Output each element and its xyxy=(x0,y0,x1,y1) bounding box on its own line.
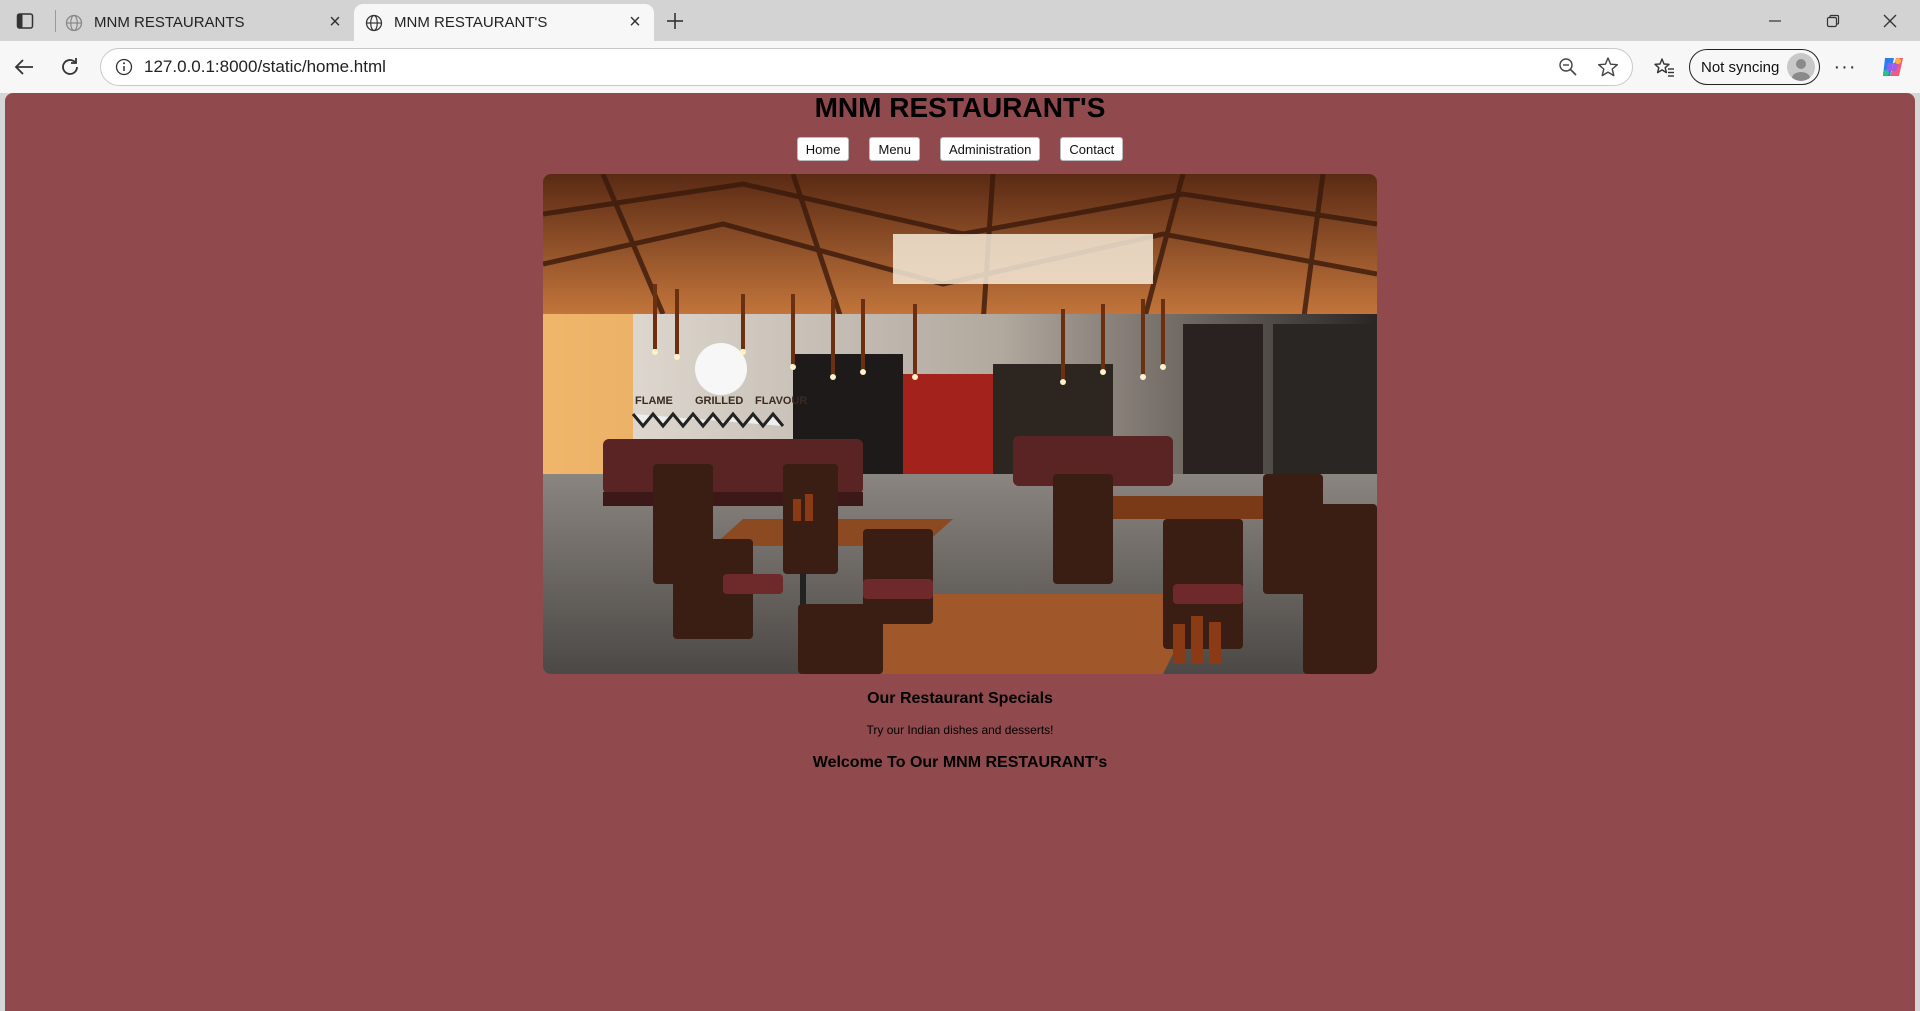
nav-administration-button[interactable]: Administration xyxy=(940,137,1041,161)
favorites-button[interactable] xyxy=(1648,51,1680,83)
copilot-icon[interactable] xyxy=(1876,51,1908,83)
favorites-icon xyxy=(1654,58,1674,77)
minimize-button[interactable] xyxy=(1747,0,1803,41)
tab-mnm-restaurant-active[interactable]: MNM RESTAURANT'S × xyxy=(354,4,654,41)
back-button[interactable] xyxy=(8,51,40,83)
hero-sign-word-1: FLAME xyxy=(635,395,673,407)
reload-button[interactable] xyxy=(54,51,86,83)
nav-home-button[interactable]: Home xyxy=(796,137,850,161)
specials-heading: Our Restaurant Specials xyxy=(867,690,1053,707)
browser-toolbar: 127.0.0.1:8000/static/home.html Not sync… xyxy=(0,41,1920,93)
nav-contact-button[interactable]: Contact xyxy=(1060,137,1124,161)
restore-icon xyxy=(1826,14,1840,27)
restore-button[interactable] xyxy=(1805,0,1861,41)
tab-actions-icon[interactable] xyxy=(10,8,40,34)
close-window-button[interactable] xyxy=(1862,0,1918,41)
zoom-out-icon[interactable] xyxy=(1552,51,1584,83)
reload-icon xyxy=(62,58,78,75)
tab-title: MNM RESTAURANT'S xyxy=(394,14,548,31)
tab-strip: MNM RESTAURANTS × MNM RESTAURANT'S × xyxy=(0,0,1920,41)
url-text[interactable]: 127.0.0.1:8000/static/home.html xyxy=(144,57,1552,77)
globe-icon xyxy=(364,13,384,33)
globe-icon xyxy=(64,13,84,33)
hero-sign-word-2: GRILLED xyxy=(695,395,743,407)
site-title: MNM RESTAURANT'S xyxy=(814,92,1106,123)
new-tab-button[interactable] xyxy=(660,6,690,36)
tab-mnm-restaurants[interactable]: MNM RESTAURANTS × xyxy=(54,4,354,41)
tab-title: MNM RESTAURANTS xyxy=(94,14,245,31)
address-bar[interactable]: 127.0.0.1:8000/static/home.html xyxy=(100,48,1633,86)
hero-sign-word-3: FLAVOUR xyxy=(755,395,807,407)
profile-button[interactable]: Not syncing xyxy=(1689,49,1820,85)
plus-icon xyxy=(667,13,683,29)
welcome-heading: Welcome To Our MNM RESTAURANT's xyxy=(812,754,1108,771)
close-icon xyxy=(1883,14,1897,27)
page-viewport: MNM RESTAURANT'S Home Menu Administratio… xyxy=(5,93,1915,1011)
minimize-icon xyxy=(1769,19,1781,22)
avatar-icon xyxy=(1787,53,1815,81)
more-options-icon[interactable]: ··· xyxy=(1829,51,1861,83)
close-tab-icon[interactable]: × xyxy=(322,10,348,36)
star-icon[interactable] xyxy=(1592,51,1624,83)
close-tab-icon[interactable]: × xyxy=(622,10,648,36)
main-nav: Home Menu Administration Contact xyxy=(5,137,1915,161)
nav-menu-button[interactable]: Menu xyxy=(869,137,921,161)
site-info-icon[interactable] xyxy=(113,56,135,78)
back-arrow-icon xyxy=(14,59,33,75)
profile-label: Not syncing xyxy=(1701,58,1780,76)
specials-text: Try our Indian dishes and desserts! xyxy=(866,723,1054,737)
restaurant-dining-room-photo: FLAME GRILLED FLAVOUR xyxy=(543,174,1377,674)
